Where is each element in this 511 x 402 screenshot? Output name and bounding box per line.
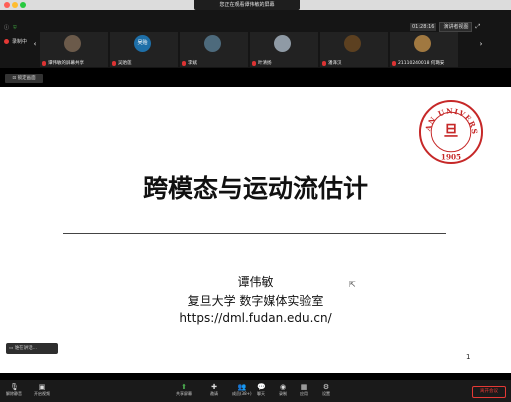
speaking-indicator: ▭ 谁在讲话... [6,343,58,354]
participant-name: 谭伟敏的屏幕共享 [48,61,84,66]
view-mode-label: 演讲者视图 [443,24,469,30]
participant-tile[interactable]: 21110240018 何璐安 [390,32,458,67]
chat-button[interactable]: 💬 聊天 [257,383,266,397]
invite-icon: ✚ [211,383,217,391]
title-divider [63,233,446,234]
video-camera-icon: ▣ [38,383,46,391]
share-banner: 您正在观看谭伟敏的屏幕 [194,0,300,10]
record-button[interactable]: ◉ 录制 [279,384,287,397]
maximize-window-icon[interactable] [20,2,26,8]
chat-icon: 💬 [257,383,266,391]
participant-tile[interactable]: 李斌 [180,32,248,67]
minimize-window-icon[interactable] [12,2,18,8]
avatar: 吴贻 [134,35,151,52]
top-right-controls: 01:28:16 演讲者视图 ⤢ [410,22,480,32]
muted-mic-icon [182,60,186,66]
members-icon: 👥 [237,383,247,391]
settings-icon: ⚙ [322,383,330,391]
slide-title: 跨模态与运动流估计 [142,174,368,203]
settings-button[interactable]: ⚙ 设置 [322,384,330,397]
fullscreen-icon[interactable]: ⤢ [475,23,480,31]
invite-button[interactable]: ✚ 邀请 [210,384,218,397]
start-video-button[interactable]: ▣ 开启视频 [34,384,50,397]
muted-mic-icon [42,60,46,66]
chevron-left-icon[interactable]: ‹ [31,38,39,50]
lock-view-button[interactable]: ⊡ 锁定画面 [5,74,43,83]
unmute-button[interactable]: 🎙 解除静音 [6,384,22,397]
chat-label: 聊天 [257,391,265,396]
avatar [414,35,431,52]
start-video-label: 开启视频 [34,391,50,396]
record-icon: ◉ [279,383,287,391]
avatar [204,35,221,52]
share-screen-icon: ⬆ [181,383,187,391]
microphone-icon: 🎙 [10,383,19,391]
recording-indicator[interactable]: 录制中 [4,38,27,45]
participant-name: 吴贻莲 [118,61,132,66]
speaking-text: 谁在讲话... [14,346,37,351]
members-label: 成员(38+) [232,391,252,396]
participant-name: 李斌 [188,61,197,66]
close-window-icon[interactable] [4,2,10,8]
slide-author: 谭伟敏 [237,275,274,289]
chevron-right-icon[interactable]: › [477,38,485,50]
avatar [344,35,361,52]
share-screen-button[interactable]: ⬆ 共享屏幕 [176,384,192,397]
record-label: 录制 [279,391,287,396]
members-button[interactable]: 👥 成员(38+) [232,384,252,397]
participant-tile[interactable]: 谭伟敏的屏幕共享 [40,32,108,67]
shared-slide: FUDAN UNIVERSITY 旦 1905 跨模态与运动流估计 谭伟敏 复旦… [0,87,511,373]
lock-view-label: 锁定画面 [17,76,36,81]
participant-name: 21110240018 何璐安 [398,61,445,66]
participant-strip: ⓘ ⛨ 录制中 ‹ 谭伟敏的屏幕共享 吴贻 吴贻莲 李斌 叶清扬 潘泽汉 211… [0,10,511,68]
apps-button[interactable]: ▦ 应用 [300,384,308,397]
avatar [64,35,81,52]
muted-mic-icon [112,60,116,66]
meeting-toolbar: 🎙 解除静音 ▣ 开启视频 ⬆ 共享屏幕 ✚ 邀请 👥 成员(38+) 💬 聊天… [0,380,511,402]
muted-mic-icon [322,60,326,66]
record-dot-icon [4,39,9,44]
view-mode-button[interactable]: 演讲者视图 [439,22,473,32]
unmute-label: 解除静音 [6,391,22,396]
mouse-cursor-icon: ⇱ [349,280,356,289]
shield-icon[interactable]: ⛨ [13,25,17,31]
muted-mic-icon [252,60,256,66]
settings-label: 设置 [322,391,330,396]
participant-name: 潘泽汉 [328,61,342,66]
participant-tile[interactable]: 潘泽汉 [320,32,388,67]
info-icon[interactable]: ⓘ [4,24,9,31]
meeting-timer: 01:28:16 [410,23,437,31]
leave-meeting-button[interactable]: 离开会议 [472,386,506,398]
fudan-seal-logo: FUDAN UNIVERSITY 旦 1905 [418,99,484,165]
share-screen-label: 共享屏幕 [176,391,192,396]
apps-icon: ▦ [300,383,308,391]
avatar [274,35,291,52]
svg-text:1905: 1905 [441,153,461,162]
svg-text:旦: 旦 [444,123,459,140]
recording-label: 录制中 [12,39,28,45]
page-number: 1 [466,353,471,361]
meeting-status-icons: ⓘ ⛨ [4,24,17,32]
slide-affiliation: 复旦大学 数字媒体实验室 [187,294,324,308]
participant-tile[interactable]: 吴贻 吴贻莲 [110,32,178,67]
invite-label: 邀请 [210,391,218,396]
muted-mic-icon [392,60,396,66]
apps-label: 应用 [300,391,308,396]
participant-name: 叶清扬 [258,61,272,66]
participant-tile[interactable]: 叶清扬 [250,32,318,67]
slide-url: https://dml.fudan.edu.cn/ [179,311,332,325]
